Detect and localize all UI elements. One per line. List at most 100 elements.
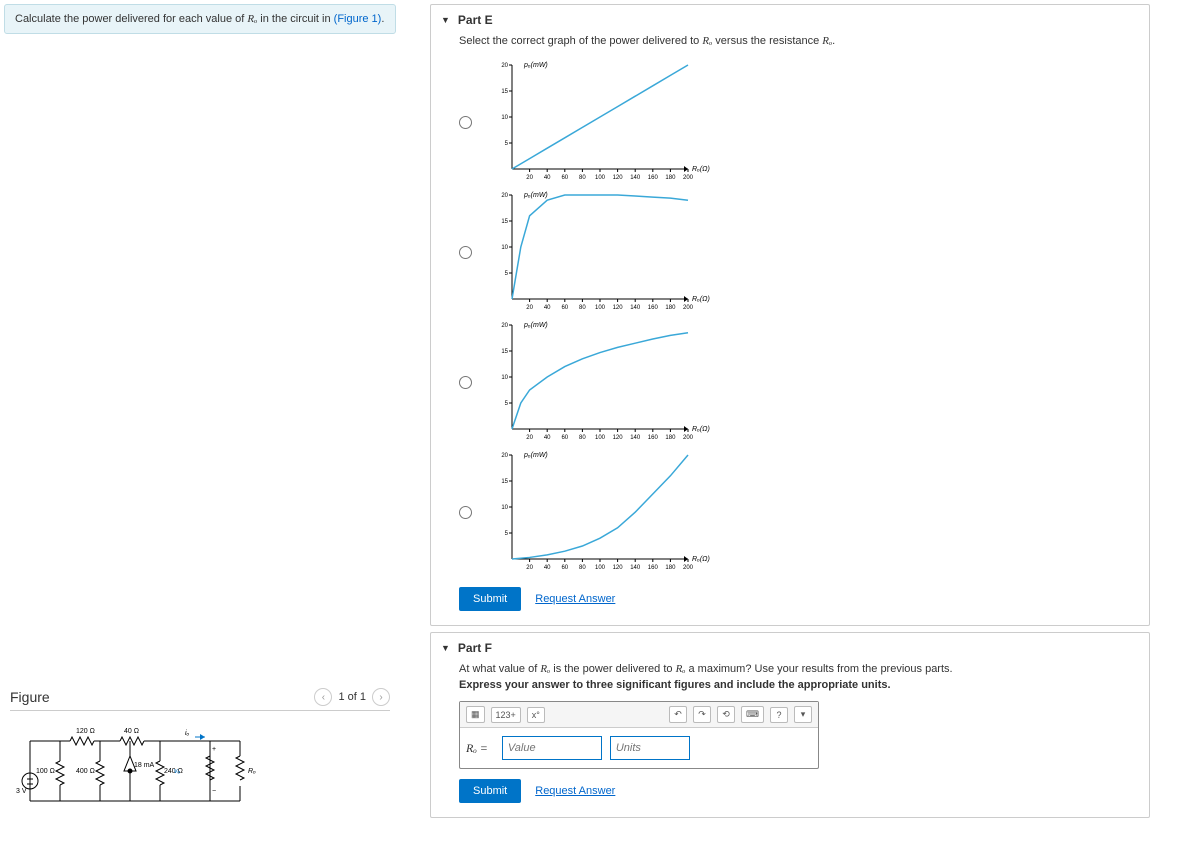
- svg-text:180: 180: [665, 175, 676, 181]
- undo-icon[interactable]: ↶: [669, 706, 687, 723]
- svg-text:40: 40: [544, 305, 551, 311]
- svg-text:400 Ω: 400 Ω: [76, 768, 95, 775]
- svg-text:40: 40: [544, 565, 551, 571]
- svg-text:200: 200: [683, 305, 694, 311]
- pager-text: 1 of 1: [338, 691, 366, 703]
- svg-text:60: 60: [561, 305, 568, 311]
- svg-text:Rₒ(Ω): Rₒ(Ω): [692, 296, 710, 303]
- svg-text:3 V: 3 V: [16, 788, 27, 795]
- tb-123[interactable]: 123+: [491, 707, 521, 723]
- svg-text:200: 200: [683, 435, 694, 441]
- svg-text:120: 120: [613, 565, 624, 571]
- figure-title: Figure: [10, 689, 314, 705]
- svg-text:120 Ω: 120 Ω: [76, 728, 95, 735]
- svg-text:40: 40: [544, 435, 551, 441]
- svg-text:10: 10: [501, 505, 508, 511]
- part-e-instruction: Select the correct graph of the power de…: [459, 35, 1135, 47]
- svg-text:vₒ: vₒ: [174, 768, 181, 775]
- part-e-block: ▼ Part E Select the correct graph of the…: [430, 4, 1150, 626]
- svg-text:20: 20: [501, 63, 508, 69]
- tb-templates[interactable]: ▦: [466, 706, 485, 723]
- svg-text:iₒ: iₒ: [185, 730, 190, 737]
- svg-text:80: 80: [579, 435, 586, 441]
- svg-text:160: 160: [648, 305, 659, 311]
- figure-link[interactable]: (Figure 1): [334, 13, 382, 25]
- svg-text:200: 200: [683, 175, 694, 181]
- svg-text:15: 15: [501, 349, 508, 355]
- svg-text:140: 140: [630, 305, 641, 311]
- svg-text:200: 200: [683, 565, 694, 571]
- svg-text:5: 5: [505, 141, 509, 147]
- svg-text:120: 120: [613, 305, 624, 311]
- answer-label: Rₒ =: [460, 741, 494, 756]
- svg-text:Rₒ(Ω): Rₒ(Ω): [692, 426, 710, 433]
- svg-text:120: 120: [613, 175, 624, 181]
- radio-2[interactable]: [459, 246, 472, 259]
- reset-icon[interactable]: ⟲: [717, 706, 735, 723]
- svg-text:pₒ(mW): pₒ(mW): [523, 452, 548, 459]
- radio-1[interactable]: [459, 116, 472, 129]
- svg-text:pₒ(mW): pₒ(mW): [523, 62, 548, 69]
- svg-text:+: +: [212, 746, 216, 753]
- answer-box: ▦ 123+ x° ↶ ↷ ⟲ ⌨ ? ▾ Rₒ =: [459, 701, 819, 769]
- graph-option-3[interactable]: 204060801001201401601802005101520 pₒ(mW)…: [459, 317, 1135, 447]
- units-input[interactable]: [610, 736, 690, 760]
- svg-text:20: 20: [526, 565, 533, 571]
- svg-text:60: 60: [561, 565, 568, 571]
- svg-text:140: 140: [630, 175, 641, 181]
- graph-option-4[interactable]: 204060801001201401601802005101520 pₒ(mW)…: [459, 447, 1135, 577]
- more-icon[interactable]: ▾: [794, 706, 812, 723]
- keyboard-icon[interactable]: ⌨: [741, 706, 764, 723]
- svg-text:40 Ω: 40 Ω: [124, 728, 139, 735]
- svg-text:20: 20: [501, 453, 508, 459]
- svg-text:5: 5: [505, 401, 509, 407]
- svg-text:20: 20: [526, 305, 533, 311]
- tb-x[interactable]: x°: [527, 707, 545, 723]
- svg-text:100: 100: [595, 435, 606, 441]
- svg-text:100 Ω: 100 Ω: [36, 768, 55, 775]
- svg-text:100: 100: [595, 565, 606, 571]
- svg-text:10: 10: [501, 375, 508, 381]
- svg-text:160: 160: [648, 435, 659, 441]
- part-e-title: Part E: [458, 13, 493, 27]
- svg-text:pₒ(mW): pₒ(mW): [523, 322, 548, 329]
- part-f-title: Part F: [458, 641, 492, 655]
- svg-text:20: 20: [501, 193, 508, 199]
- svg-text:140: 140: [630, 565, 641, 571]
- svg-text:pₒ(mW): pₒ(mW): [523, 192, 548, 199]
- svg-text:Rₒ: Rₒ: [248, 768, 256, 775]
- part-e-header[interactable]: ▼ Part E: [431, 5, 1149, 35]
- radio-4[interactable]: [459, 506, 472, 519]
- pager-next[interactable]: ›: [372, 688, 390, 706]
- collapse-icon: ▼: [441, 15, 450, 25]
- svg-text:Rₒ(Ω): Rₒ(Ω): [692, 556, 710, 563]
- radio-3[interactable]: [459, 376, 472, 389]
- svg-text:40: 40: [544, 175, 551, 181]
- graph-option-1[interactable]: 204060801001201401601802005101520 pₒ(mW)…: [459, 57, 1135, 187]
- svg-text:15: 15: [501, 219, 508, 225]
- help-icon[interactable]: ?: [770, 707, 788, 723]
- request-answer-e[interactable]: Request Answer: [535, 593, 615, 605]
- answer-toolbar: ▦ 123+ x° ↶ ↷ ⟲ ⌨ ? ▾: [460, 702, 818, 728]
- collapse-icon: ▼: [441, 643, 450, 653]
- request-answer-f[interactable]: Request Answer: [535, 785, 615, 797]
- svg-text:80: 80: [579, 565, 586, 571]
- svg-text:80: 80: [579, 175, 586, 181]
- svg-text:5: 5: [505, 271, 509, 277]
- graph-option-2[interactable]: 204060801001201401601802005101520 pₒ(mW)…: [459, 187, 1135, 317]
- part-f-header[interactable]: ▼ Part F: [431, 633, 1149, 663]
- problem-statement: Calculate the power delivered for each v…: [4, 4, 396, 34]
- svg-text:20: 20: [501, 323, 508, 329]
- submit-button-e[interactable]: Submit: [459, 587, 521, 611]
- circuit-diagram: 120 Ω 40 Ω 100 Ω 400 Ω 18 mA 240 Ω 3 V i…: [10, 721, 270, 821]
- value-input[interactable]: [502, 736, 602, 760]
- redo-icon[interactable]: ↷: [693, 706, 711, 723]
- svg-text:−: −: [212, 788, 216, 795]
- svg-text:180: 180: [665, 565, 676, 571]
- svg-text:180: 180: [665, 435, 676, 441]
- submit-button-f[interactable]: Submit: [459, 779, 521, 803]
- svg-text:160: 160: [648, 175, 659, 181]
- svg-text:10: 10: [501, 245, 508, 251]
- pager-prev[interactable]: ‹: [314, 688, 332, 706]
- svg-text:15: 15: [501, 479, 508, 485]
